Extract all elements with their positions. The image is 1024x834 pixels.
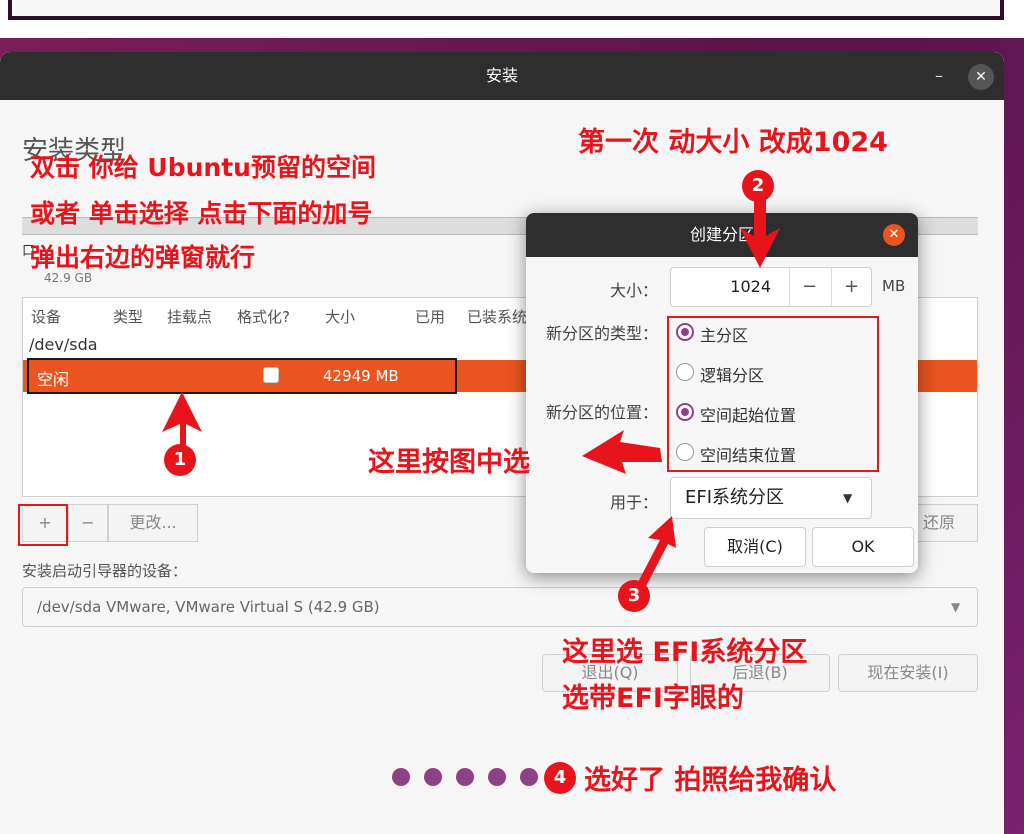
- instruction-line-2: 或者 单击选择 点击下面的加号: [30, 199, 373, 228]
- step-badge-4: 4: [544, 762, 576, 794]
- step-badge-2: 2: [742, 170, 774, 202]
- step-badge-1: 1: [164, 444, 196, 476]
- arrow-2: [740, 200, 780, 268]
- efi-annotation-line-1: 这里选 EFI系统分区: [562, 637, 808, 668]
- instruction-line-1: 双击 你给 Ubuntu预留的空间: [30, 153, 376, 182]
- radio-annotation: 这里按图中选: [368, 447, 530, 478]
- arrow-1: [162, 392, 202, 448]
- arrow-radio: [582, 430, 662, 474]
- confirm-annotation: 选好了 拍照给我确认: [584, 765, 837, 796]
- step-badge-3: 3: [618, 580, 650, 612]
- arrow-3: [636, 516, 676, 590]
- size-annotation: 第一次 动大小 改成1024: [578, 127, 888, 158]
- efi-annotation-line-2: 选带EFI字眼的: [562, 683, 744, 714]
- instruction-line-3: 弹出右边的弹窗就行: [30, 243, 256, 272]
